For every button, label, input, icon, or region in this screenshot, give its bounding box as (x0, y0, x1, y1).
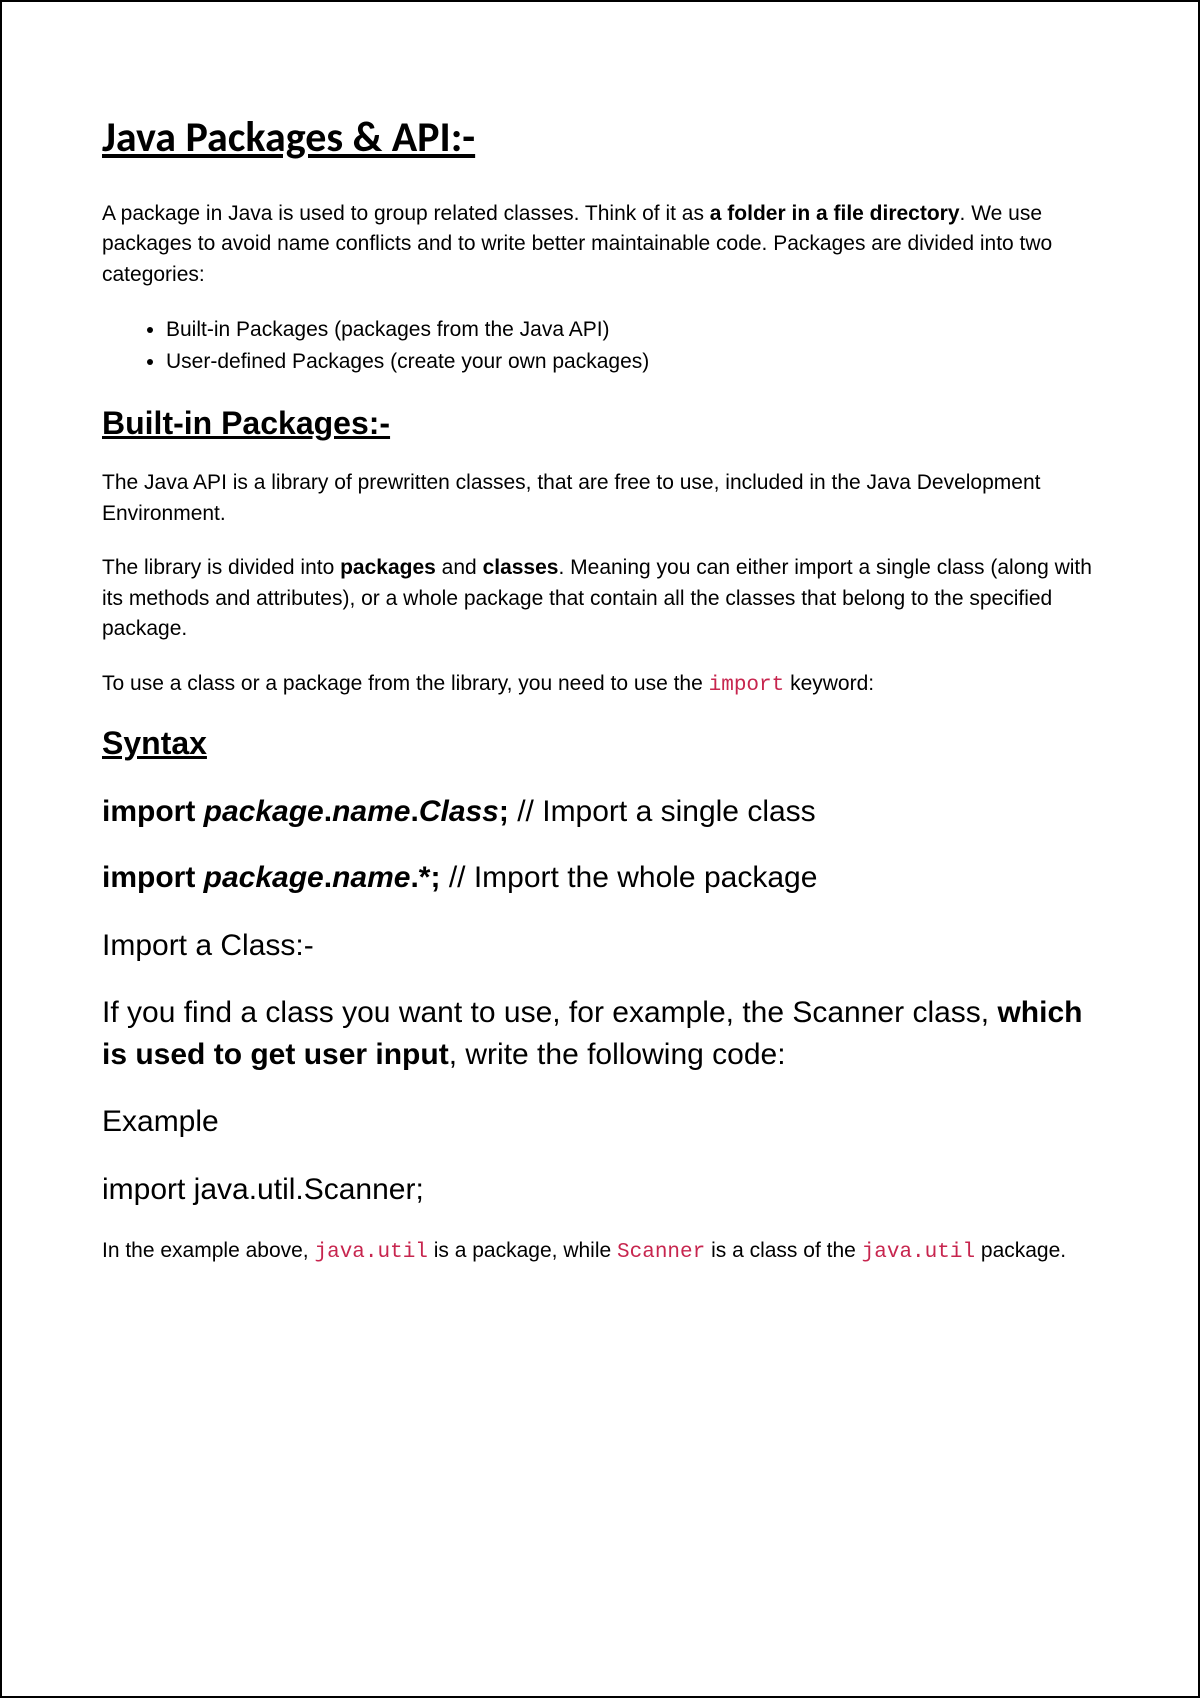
document-page: Java Packages & API:- A package in Java … (0, 0, 1200, 1698)
package-token: package (204, 861, 324, 894)
builtin-p2: The library is divided into packages and… (102, 553, 1098, 644)
intro-bold: a folder in a file directory (710, 202, 960, 225)
dot: . (410, 795, 418, 828)
class-token: Class (419, 795, 499, 828)
text: package. (975, 1239, 1066, 1262)
dot: . (324, 795, 332, 828)
example-code: import java.util.Scanner; (102, 1169, 1098, 1210)
text: and (436, 556, 483, 579)
import-keyword-code: import (709, 674, 785, 697)
comment-text: Import the whole package (474, 861, 818, 894)
gap (440, 861, 448, 894)
text: To use a class or a package from the lib… (102, 672, 709, 695)
comment-slashes: // (449, 861, 474, 894)
gap (509, 795, 517, 828)
java-util-code-2: java.util (862, 1241, 975, 1264)
syntax-heading: Syntax (102, 725, 1098, 762)
content-container: Java Packages & API:- A package in Java … (102, 112, 1098, 1268)
example-label: Example (102, 1101, 1098, 1142)
import-class-heading: Import a Class:- (102, 925, 1098, 966)
bold-packages: packages (340, 556, 436, 579)
scanner-code: Scanner (617, 1241, 705, 1264)
text: , write the following code: (449, 1038, 786, 1071)
category-list: Built-in Packages (packages from the Jav… (166, 314, 1098, 377)
text: The library is divided into (102, 556, 340, 579)
text: In the example above, (102, 1239, 314, 1262)
name-token: name (332, 861, 410, 894)
text: If you find a class you want to use, for… (102, 996, 997, 1029)
dot-star: .* (410, 861, 430, 894)
bold-classes: classes (483, 556, 559, 579)
list-item: User-defined Packages (create your own p… (166, 346, 1098, 378)
intro-text-1: A package in Java is used to group relat… (102, 202, 710, 225)
semicolon: ; (430, 861, 440, 894)
comment-slashes: // (517, 795, 542, 828)
builtin-p1: The Java API is a library of prewritten … (102, 468, 1098, 529)
text: is a class of the (705, 1239, 861, 1262)
text: keyword: (784, 672, 874, 695)
dot: . (324, 861, 332, 894)
page-title: Java Packages & API:- (102, 112, 1098, 163)
builtin-p3: To use a class or a package from the lib… (102, 669, 1098, 701)
example-explanation: In the example above, java.util is a pac… (102, 1236, 1098, 1268)
java-util-code: java.util (314, 1241, 427, 1264)
syntax-line-1: import package.name.Class; // Import a s… (102, 792, 1098, 833)
name-token: name (332, 795, 410, 828)
intro-paragraph: A package in Java is used to group relat… (102, 199, 1098, 290)
package-token: package (204, 795, 324, 828)
import-class-paragraph: If you find a class you want to use, for… (102, 992, 1098, 1075)
semicolon: ; (499, 795, 509, 828)
import-keyword: import (102, 861, 204, 894)
import-keyword: import (102, 795, 204, 828)
built-in-heading: Built-in Packages:- (102, 405, 1098, 442)
comment-text: Import a single class (542, 795, 815, 828)
syntax-line-2: import package.name.*; // Import the who… (102, 858, 1098, 899)
list-item: Built-in Packages (packages from the Jav… (166, 314, 1098, 346)
text: is a package, while (428, 1239, 617, 1262)
